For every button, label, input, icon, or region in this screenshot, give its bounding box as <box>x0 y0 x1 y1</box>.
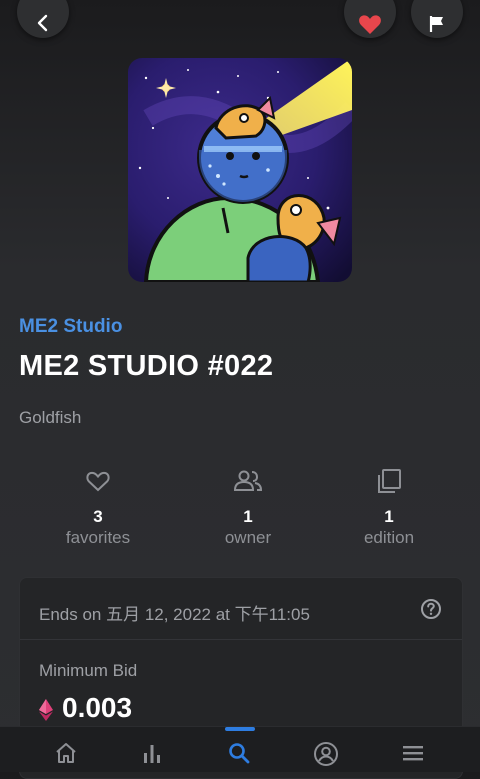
favorites-count: 3 <box>93 507 103 526</box>
back-button[interactable] <box>17 0 69 38</box>
report-button[interactable] <box>411 0 463 38</box>
menu-icon <box>403 746 423 761</box>
owners-stat[interactable]: 1 owner <box>178 466 318 548</box>
favorites-label: favorites <box>65 528 131 547</box>
collection-link[interactable]: ME2 Studio <box>19 316 122 338</box>
people-icon <box>233 470 263 491</box>
search-icon <box>229 743 250 764</box>
home-icon <box>56 743 76 763</box>
nav-stats[interactable] <box>132 741 172 767</box>
editions-count: 1 <box>384 507 394 526</box>
account-icon <box>314 742 338 766</box>
nav-search[interactable] <box>219 741 259 767</box>
owners-count: 1 <box>243 507 253 526</box>
ethereum-icon <box>39 699 53 726</box>
auction-end-time: Ends on 五月 12, 2022 at 下午11:05 <box>39 605 310 624</box>
copy-icon <box>378 469 401 493</box>
nav-account[interactable] <box>306 741 346 767</box>
editions-stat[interactable]: 1 edition <box>319 466 459 548</box>
question-circle-icon <box>421 599 441 619</box>
heart-icon <box>359 15 381 34</box>
flag-icon <box>429 16 443 32</box>
minimum-bid-value: 0.003 <box>62 692 133 723</box>
bottom-nav <box>0 726 480 772</box>
heart-outline-icon <box>86 471 110 492</box>
favorites-stat[interactable]: 3 favorites <box>28 466 168 548</box>
nav-menu[interactable] <box>393 741 433 767</box>
nft-title: ME2 STUDIO #022 <box>19 350 274 382</box>
nft-description: Goldfish <box>19 408 82 427</box>
minimum-bid-label: Minimum Bid <box>39 661 138 680</box>
help-button[interactable] <box>420 598 442 625</box>
active-tab-indicator <box>225 727 255 731</box>
nav-home[interactable] <box>46 741 86 767</box>
stats-icon <box>144 745 160 763</box>
nft-image[interactable] <box>128 58 352 282</box>
editions-label: edition <box>363 528 415 547</box>
card-divider <box>20 639 462 640</box>
favorite-button[interactable] <box>344 0 396 38</box>
owners-label: owner <box>224 528 272 547</box>
chevron-left-icon <box>37 14 48 32</box>
